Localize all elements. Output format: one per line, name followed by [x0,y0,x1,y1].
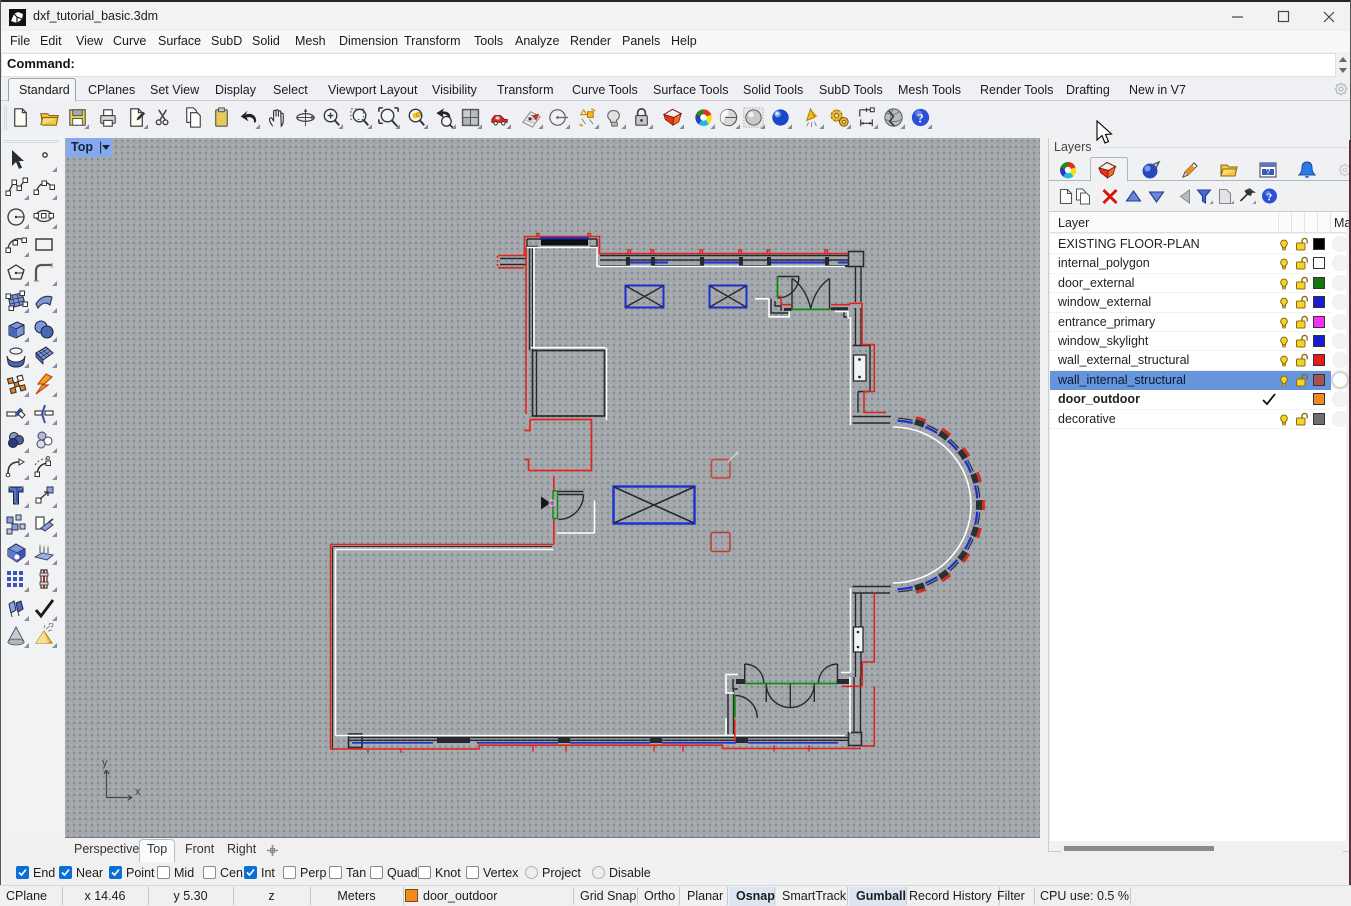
svg-text:?: ? [917,111,923,125]
svg-text:x: x [135,786,141,798]
svg-text:?: ? [1266,168,1271,177]
svg-text:?: ? [1267,192,1273,204]
svg-text:y: y [102,757,108,769]
